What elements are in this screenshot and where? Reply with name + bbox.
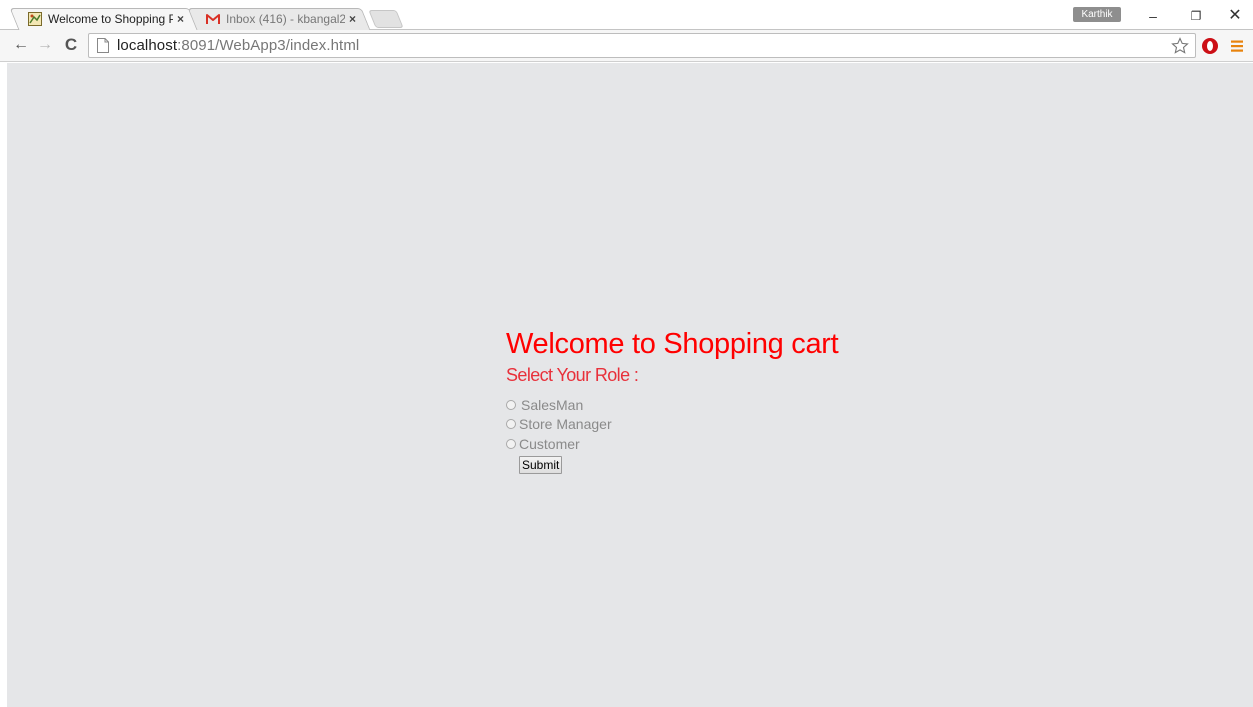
role-option-salesman[interactable]: SalesMan <box>506 395 926 415</box>
url-host: localhost <box>117 37 178 54</box>
address-bar[interactable]: localhost:8091/WebApp3/index.html <box>88 33 1196 58</box>
submit-button[interactable]: Submit <box>519 455 563 474</box>
tab-close-icon[interactable]: × <box>177 12 184 26</box>
opera-extension-icon[interactable] <box>1201 37 1219 55</box>
forward-button[interactable]: → <box>36 36 54 54</box>
role-label: SalesMan <box>521 396 584 413</box>
back-button[interactable]: ← <box>12 36 30 54</box>
bookmark-star-icon[interactable] <box>1171 37 1189 55</box>
role-option-customer[interactable]: Customer <box>506 434 926 454</box>
url-path: :8091/WebApp3/index.html <box>177 37 360 54</box>
reload-button[interactable]: C <box>62 36 80 54</box>
url-text: localhost:8091/WebApp3/index.html <box>117 37 359 54</box>
role-label: Store Manager <box>519 416 612 433</box>
radio-customer[interactable] <box>506 438 516 449</box>
tab-title: Inbox (416) - kbangal2@h <box>226 12 345 26</box>
browser-toolbar: ← → C localhost:8091/WebApp3/index.html <box>0 30 1253 62</box>
new-tab-button[interactable] <box>368 10 404 28</box>
role-prompt: Select Your Role : <box>506 365 639 385</box>
radio-salesman[interactable] <box>506 399 516 410</box>
minimize-button[interactable]: – <box>1143 8 1163 24</box>
radio-store-manager[interactable] <box>506 419 516 430</box>
new-tab-shape <box>368 10 404 28</box>
gmail-icon <box>206 14 220 24</box>
close-window-button[interactable]: ✕ <box>1225 8 1245 24</box>
page-viewport: Welcome to Shopping cart Select Your Rol… <box>7 63 1253 707</box>
site-favicon-icon <box>28 12 42 26</box>
tab-strip: Welcome to Shopping Pa × Inbox (416) - k… <box>0 0 1253 30</box>
page-icon <box>97 38 109 53</box>
tab-title: Welcome to Shopping Pa <box>48 12 173 26</box>
tab-gmail-inbox[interactable]: Inbox (416) - kbangal2@h × <box>187 8 371 30</box>
role-label: Customer <box>519 435 580 452</box>
role-form: Welcome to Shopping cart Select Your Rol… <box>506 327 926 474</box>
restore-button[interactable]: ❐ <box>1186 8 1206 24</box>
page-title: Welcome to Shopping cart <box>506 328 839 360</box>
role-options: SalesMan Store Manager Customer <box>506 395 926 454</box>
tab-shopping[interactable]: Welcome to Shopping Pa × <box>9 8 199 30</box>
role-option-store-manager[interactable]: Store Manager <box>506 415 926 435</box>
profile-button[interactable]: Karthik <box>1073 7 1121 22</box>
menu-icon[interactable] <box>1228 37 1246 55</box>
tab-close-icon[interactable]: × <box>349 12 356 26</box>
